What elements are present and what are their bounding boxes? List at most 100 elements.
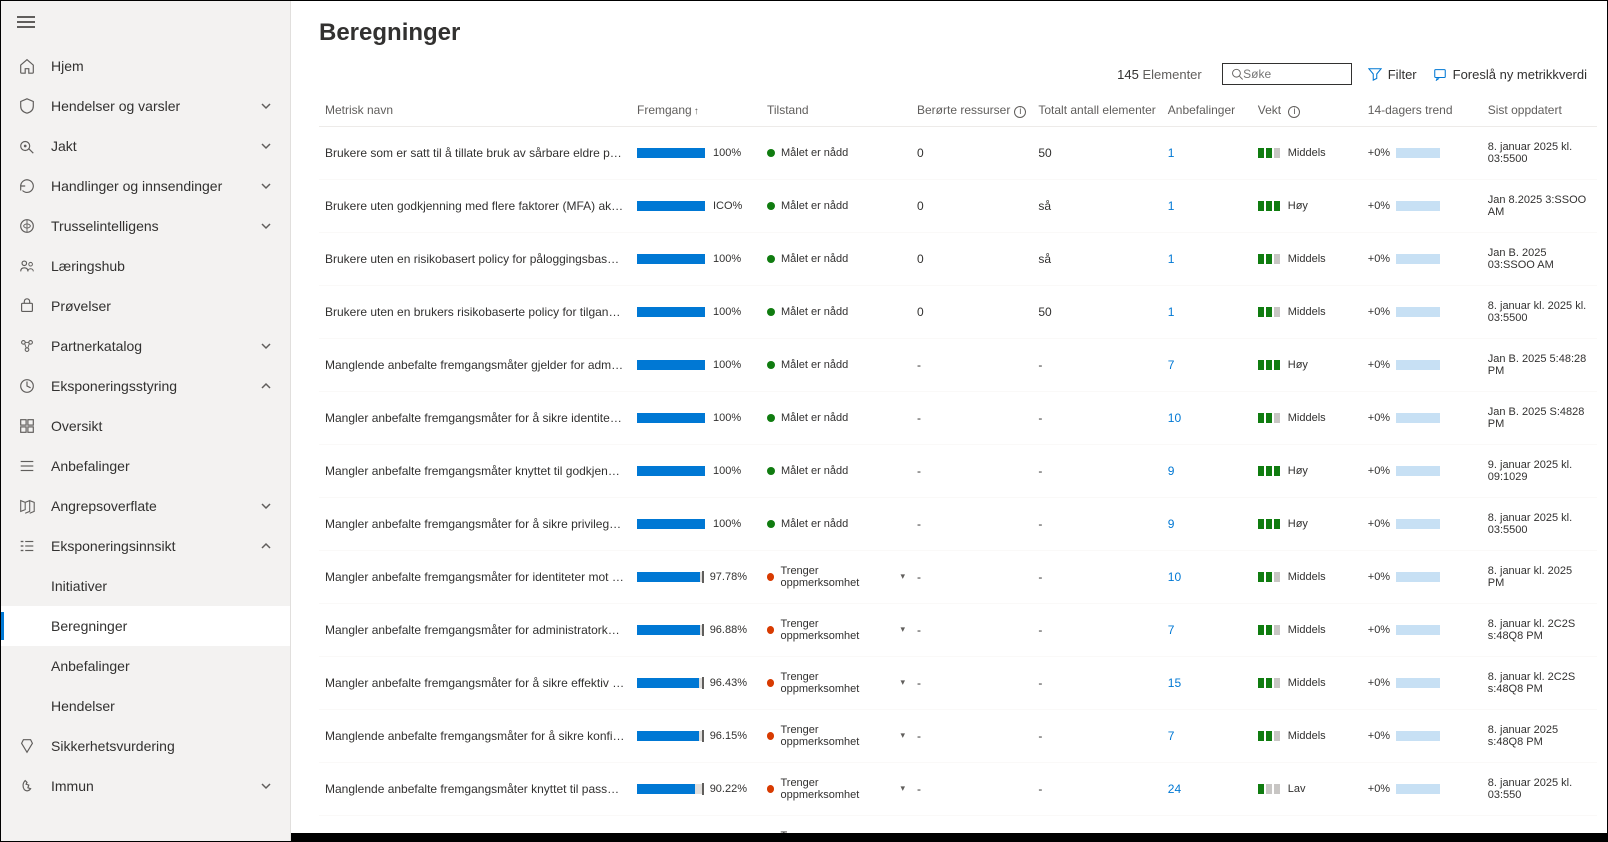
affected-cell: -: [911, 815, 1032, 833]
progress-bar: [637, 625, 702, 635]
sidebar-item-prøvelser[interactable]: Prøvelser: [1, 286, 290, 326]
table-row[interactable]: Mangler anbefalte fremgangsmåter for å s…: [319, 656, 1597, 709]
sidebar-item-label: Beregninger: [51, 618, 274, 634]
col-progress[interactable]: Fremgang↑: [631, 95, 761, 126]
recommendations-link[interactable]: 7: [1168, 729, 1175, 743]
trend-cell: +0%: [1368, 147, 1476, 159]
search-input[interactable]: [1243, 67, 1343, 81]
sidebar-item-partnerkatalog[interactable]: Partnerkatalog: [1, 326, 290, 366]
sidebar-item-jakt[interactable]: Jakt: [1, 126, 290, 166]
sidebar-item-oversikt[interactable]: Oversikt: [1, 406, 290, 446]
recommendations-link[interactable]: 15: [1168, 676, 1181, 690]
sidebar-item-eksponeringsinnsikt[interactable]: Eksponeringsinnsikt: [1, 526, 290, 566]
table-row[interactable]: Mangler anbefalte fremgangsmåter for å s…: [319, 391, 1597, 444]
sidebar-item-initiativer[interactable]: Initiativer: [1, 566, 290, 606]
sidebar-item-læringshub[interactable]: Læringshub: [1, 246, 290, 286]
col-affected[interactable]: Berørte ressurseri: [911, 95, 1032, 126]
filter-button[interactable]: Filter: [1368, 67, 1417, 82]
col-weight[interactable]: Vekt i: [1252, 95, 1362, 126]
trend-value: +0%: [1368, 306, 1390, 318]
recommendations-link[interactable]: 9: [1168, 464, 1175, 478]
sidebar-item-trusselintelligens[interactable]: Trusselintelligens: [1, 206, 290, 246]
affected-cell: -: [911, 444, 1032, 497]
recommendations-link[interactable]: 10: [1168, 570, 1181, 584]
progress-value: 100%: [713, 465, 741, 477]
table-row[interactable]: Mangler anbefalte fremgangsmåter knyttet…: [319, 444, 1597, 497]
total-cell: 50: [1032, 285, 1161, 338]
suggest-button[interactable]: Foreslå ny metrikkverdi: [1433, 67, 1587, 82]
recommendations-link[interactable]: 9: [1168, 517, 1175, 531]
status-dot-icon: [767, 361, 775, 369]
recommendations-link[interactable]: 1: [1168, 305, 1175, 319]
table-row[interactable]: Mangler anbefalte fremgangsmåter for å s…: [319, 497, 1597, 550]
sidebar-item-hjem[interactable]: Hjem: [1, 46, 290, 86]
trend-cell: +0%: [1368, 571, 1476, 583]
table-row[interactable]: Brukere uten en brukers risikobaserte po…: [319, 285, 1597, 338]
col-recs[interactable]: Anbefalinger: [1162, 95, 1252, 126]
status-dot-icon: [767, 679, 774, 687]
sidebar-item-label: Angrepsoverflate: [51, 498, 260, 514]
sidebar-item-anbefalinger[interactable]: Anbefalinger: [1, 446, 290, 486]
recommendations-link[interactable]: 7: [1168, 358, 1175, 372]
sidebar-item-angrepsoverflate[interactable]: Angrepsoverflate: [1, 486, 290, 526]
progress-cell: 96.15%: [637, 730, 747, 742]
recommendations-link[interactable]: 24: [1168, 782, 1181, 796]
table-row[interactable]: Brukere som er satt til å tillate bruk a…: [319, 126, 1597, 179]
col-total[interactable]: Totalt antall elementer: [1032, 95, 1161, 126]
weight-cell: Middels: [1258, 624, 1356, 636]
sidebar-item-eksponeringsstyring[interactable]: Eksponeringsstyring: [1, 366, 290, 406]
info-icon: i: [1014, 106, 1026, 118]
table-row[interactable]: Mangler anbefalte fremgangsmåter for adm…: [319, 603, 1597, 656]
recommendations-link[interactable]: 7: [1168, 623, 1175, 637]
metric-name: Mangler anbefalte fremgangsmåter for adm…: [325, 623, 625, 637]
table-row[interactable]: Manglende anbefalte fremgangsmåter for å…: [319, 709, 1597, 762]
sidebar-item-anbefalinger[interactable]: Anbefalinger: [1, 646, 290, 686]
total-cell: -: [1032, 338, 1161, 391]
col-name[interactable]: Metrisk navn: [319, 95, 631, 126]
trend-sparkline: [1396, 784, 1440, 794]
table-row[interactable]: Manglende anbefalte fremgangsmåter knytt…: [319, 762, 1597, 815]
status-cell: Trenger oppmerksomhet▾: [767, 724, 905, 748]
progress-value: 96.15%: [710, 730, 747, 742]
updated-cell: 8. januar kl. 2C2S s:48Q8 PM: [1482, 603, 1597, 656]
table-row[interactable]: Brukere uten godkjenning med flere fakto…: [319, 179, 1597, 232]
affected-cell: 0: [911, 232, 1032, 285]
col-trend[interactable]: 14-dagers trend: [1362, 95, 1482, 126]
chevron-down-icon: ▾: [900, 624, 905, 635]
search-box[interactable]: [1222, 63, 1352, 85]
sidebar-item-hendelser-og-varsler[interactable]: Hendelser og varsler: [1, 86, 290, 126]
weight-cell: Høy: [1258, 518, 1356, 530]
weight-label: Middels: [1288, 730, 1326, 742]
trend-cell: +0%: [1368, 677, 1476, 689]
recommendations-link[interactable]: 1: [1168, 146, 1175, 160]
chevron-down-icon: [260, 220, 274, 232]
trend-cell: +0%: [1368, 253, 1476, 265]
sidebar-item-hendelser[interactable]: Hendelser: [1, 686, 290, 726]
progress-bar: [637, 731, 702, 741]
suggest-icon: [1433, 67, 1447, 81]
recommendations-link[interactable]: 1: [1168, 199, 1175, 213]
table-row[interactable]: Manglende anbefalte fremgangsmåter gjeld…: [319, 338, 1597, 391]
metric-name: Brukere uten en risikobasert policy for …: [325, 252, 625, 266]
sidebar-item-beregninger[interactable]: Beregninger: [1, 606, 290, 646]
sidebar-item-sikkerhetsvurdering[interactable]: Sikkerhetsvurdering: [1, 726, 290, 766]
trend-value: +0%: [1368, 571, 1390, 583]
recommendations-link[interactable]: 10: [1168, 411, 1181, 425]
trend-sparkline: [1396, 360, 1440, 370]
sidebar-item-immun[interactable]: Immun: [1, 766, 290, 806]
weight-bars-icon: [1258, 307, 1280, 317]
col-status[interactable]: Tilstand: [761, 95, 911, 126]
hamburger-button[interactable]: [1, 1, 290, 46]
recommendations-link[interactable]: 1: [1168, 252, 1175, 266]
status-cell: Trenger oppmerksomhet▾: [767, 565, 905, 589]
table-row[interactable]: Brukere uten en risikobasert policy for …: [319, 232, 1597, 285]
weight-cell: Høy: [1258, 200, 1356, 212]
progress-cell: 96.43%: [637, 677, 747, 689]
col-updated[interactable]: Sist oppdatert: [1482, 95, 1597, 126]
table-row[interactable]: Identifisering av sensitive forretningsd…: [319, 815, 1597, 833]
trend-value: +0%: [1368, 412, 1390, 424]
affected-cell: -: [911, 762, 1032, 815]
progress-cell: 100%: [637, 306, 747, 318]
sidebar-item-handlinger-og-innsendinger[interactable]: Handlinger og innsendinger: [1, 166, 290, 206]
table-row[interactable]: Mangler anbefalte fremgangsmåter for ide…: [319, 550, 1597, 603]
